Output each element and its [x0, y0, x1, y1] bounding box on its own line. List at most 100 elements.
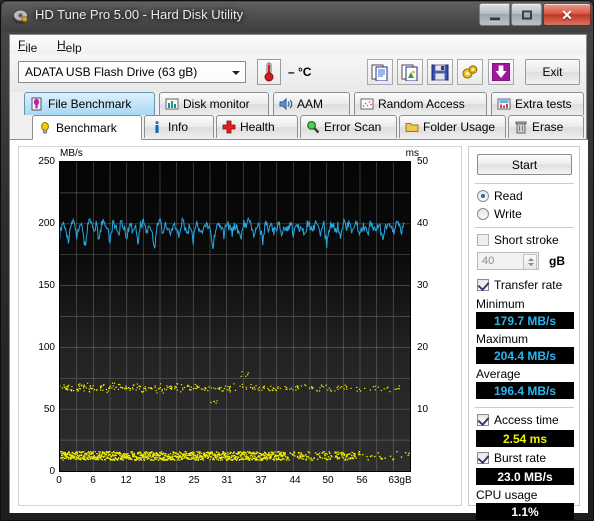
copy-image-icon	[401, 64, 418, 81]
tab-strip: File Benchmark Disk monitor AAM Random A…	[10, 92, 586, 140]
tab-health[interactable]: Health	[216, 115, 298, 138]
app-window: HD Tune Pro 5.00 - Hard Disk Utility ✕ F…	[0, 0, 594, 521]
y-tick: 250	[38, 156, 55, 167]
checkbox-short-stroke[interactable]: Short stroke	[477, 233, 559, 247]
tab-label: Info	[168, 120, 189, 134]
close-icon: ✕	[561, 6, 573, 23]
checkbox-transfer-rate-icon	[477, 279, 489, 291]
access-time-value: 2.54 ms	[502, 431, 548, 446]
maximize-button[interactable]	[511, 3, 542, 26]
checkbox-burst-rate[interactable]: Burst rate	[477, 451, 546, 465]
download-arrow-icon	[492, 63, 510, 81]
drive-select[interactable]: ADATA USB Flash Drive (63 gB)	[18, 61, 246, 83]
short-stroke-unit: gB	[549, 254, 565, 268]
tab-label: Benchmark	[56, 120, 117, 135]
scatter-icon	[360, 97, 374, 111]
floppy-save-icon	[431, 64, 449, 81]
tab-erase[interactable]: Erase	[508, 115, 584, 138]
tab-extra-tests[interactable]: Extra tests	[491, 92, 584, 115]
tab-disk-monitor[interactable]: Disk monitor	[159, 92, 269, 115]
magnifier-icon	[306, 120, 320, 134]
access-time-value-box: 2.54 ms	[476, 430, 574, 447]
tab-error-scan[interactable]: Error Scan	[300, 115, 397, 138]
x-tick: 12	[120, 475, 132, 486]
y2-tick: 20	[417, 342, 429, 353]
tab-label: File Benchmark	[48, 97, 132, 111]
checkbox-access-time-icon	[477, 414, 489, 426]
short-stroke-label: Short stroke	[494, 233, 559, 247]
info-icon	[150, 120, 164, 134]
x-tick: 50	[322, 475, 334, 486]
y2-tick: 30	[417, 280, 429, 291]
tab-label: Error Scan	[324, 120, 382, 134]
menu-help[interactable]: Help	[57, 38, 82, 55]
y2-tick: 40	[417, 218, 429, 229]
radio-read[interactable]: Read	[477, 189, 523, 203]
average-value: 196.4 MB/s	[493, 383, 557, 398]
y-tick: 200	[38, 218, 55, 229]
red-cross-icon	[222, 120, 236, 134]
download-button[interactable]	[488, 59, 514, 85]
tab-label: Disk monitor	[183, 97, 250, 111]
maximum-label: Maximum	[476, 332, 529, 346]
short-stroke-stepper[interactable]: 40	[477, 252, 539, 270]
cpu-usage-value: 1.1%	[511, 504, 539, 519]
temperature-button[interactable]	[257, 59, 281, 85]
toolbar: ADATA USB Flash Drive (63 gB) – °C Exit	[10, 54, 586, 93]
tab-label: Extra tests	[515, 97, 572, 111]
menu-bar: File Help	[10, 35, 586, 55]
app-icon	[12, 8, 29, 25]
radio-write[interactable]: Write	[477, 207, 522, 221]
benchmark-pane: MB/s ms 250 200 150 100 50 0 50 40 30 20…	[10, 139, 588, 520]
checkbox-short-stroke-icon	[477, 234, 489, 246]
x-tick: 0	[56, 475, 62, 486]
y-tick: 100	[38, 342, 55, 353]
checkbox-access-time[interactable]: Access time	[477, 413, 559, 427]
transfer-rate-label: Transfer rate	[494, 278, 563, 292]
tab-info[interactable]: Info	[144, 115, 214, 138]
save-button[interactable]	[427, 59, 453, 85]
close-button[interactable]: ✕	[543, 3, 591, 26]
lightbulb-icon	[38, 121, 52, 135]
exit-button[interactable]: Exit	[525, 59, 580, 85]
checkbox-transfer-rate[interactable]: Transfer rate	[477, 278, 562, 292]
cpu-usage-value-box: 1.1%	[476, 503, 574, 520]
radio-read-icon	[477, 190, 489, 202]
temperature-value: – °C	[288, 65, 312, 79]
menu-file[interactable]: File	[18, 38, 37, 55]
client-area: File Help ADATA USB Flash Drive (63 gB) …	[9, 34, 588, 520]
extra-chart-icon	[497, 97, 511, 111]
bar-chart-icon	[165, 97, 179, 111]
stepper-buttons[interactable]	[523, 254, 537, 270]
y2-tick: 10	[417, 404, 429, 415]
tab-random-access[interactable]: Random Access	[354, 92, 487, 115]
minimum-label: Minimum	[476, 297, 525, 311]
start-button[interactable]: Start	[477, 154, 572, 175]
x-tick: 37	[255, 475, 267, 486]
speaker-icon	[279, 97, 293, 111]
copy-image-button[interactable]	[397, 59, 423, 85]
tab-label: Folder Usage	[423, 120, 496, 134]
x-tick: 31	[221, 475, 233, 486]
short-stroke-value: 40	[482, 255, 495, 267]
window-controls: ✕	[478, 3, 591, 26]
folder-icon	[405, 120, 419, 134]
y2-tick: 50	[417, 156, 429, 167]
options-button[interactable]	[457, 59, 483, 85]
tab-label: Erase	[532, 120, 564, 134]
tab-aam[interactable]: AAM	[273, 92, 350, 115]
title-bar: HD Tune Pro 5.00 - Hard Disk Utility ✕	[1, 1, 594, 32]
average-label: Average	[476, 367, 521, 381]
tab-benchmark[interactable]: Benchmark	[32, 115, 142, 140]
start-label: Start	[511, 157, 538, 172]
radio-write-icon	[477, 208, 489, 220]
copy-text-button[interactable]	[367, 59, 393, 85]
gears-icon	[462, 65, 478, 79]
tab-folder-usage[interactable]: Folder Usage	[399, 115, 506, 138]
tab-file-benchmark[interactable]: File Benchmark	[24, 92, 155, 115]
minimize-button[interactable]	[479, 3, 510, 26]
radio-read-label: Read	[494, 189, 523, 203]
y-tick: 50	[43, 404, 55, 415]
radio-write-label: Write	[494, 207, 522, 221]
tab-label: Random Access	[378, 97, 465, 111]
